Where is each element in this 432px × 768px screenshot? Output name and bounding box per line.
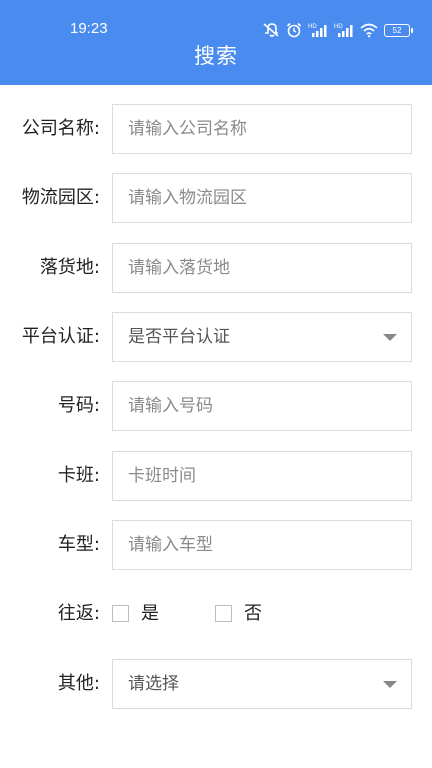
- vehicle-placeholder: 请输入车型: [128, 535, 213, 555]
- company-label: 公司名称:: [21, 118, 100, 139]
- roundtrip-yes-checkbox[interactable]: [112, 605, 129, 622]
- other-label: 其他:: [57, 673, 100, 694]
- app-bar: 19:23 HD HD 52 搜索: [0, 0, 432, 85]
- destination-label: 落货地:: [39, 257, 100, 278]
- number-input[interactable]: 请输入号码: [112, 381, 412, 431]
- roundtrip-no-label[interactable]: 否: [244, 589, 262, 639]
- roundtrip-row: 往返: 是 否: [0, 589, 432, 639]
- dropdown-arrow-icon: [383, 681, 397, 688]
- destination-row: 落货地: 请输入落货地: [0, 243, 432, 293]
- alarm-icon: [286, 22, 302, 38]
- battery-indicator: 52: [384, 23, 413, 37]
- other-row: 其他: 请选择: [0, 659, 432, 709]
- certified-row: 平台认证: 是否平台认证: [0, 312, 432, 362]
- other-select[interactable]: 请选择: [112, 659, 412, 709]
- park-placeholder: 请输入物流园区: [128, 188, 247, 208]
- certified-value: 是否平台认证: [128, 327, 230, 347]
- svg-text:HD: HD: [308, 24, 317, 30]
- dropdown-arrow-icon: [383, 334, 397, 341]
- number-placeholder: 请输入号码: [128, 396, 213, 416]
- status-icons: HD HD 52: [262, 20, 413, 40]
- roundtrip-no-checkbox[interactable]: [215, 605, 232, 622]
- signal-hd-icon: HD: [334, 22, 354, 38]
- wifi-icon: [360, 22, 378, 38]
- mute-icon: [262, 22, 280, 38]
- company-input[interactable]: 请输入公司名称: [112, 104, 412, 154]
- page-title: 搜索: [194, 44, 238, 68]
- svg-text:HD: HD: [334, 24, 343, 30]
- company-placeholder: 请输入公司名称: [128, 119, 247, 139]
- roundtrip-label: 往返:: [57, 603, 100, 624]
- destination-input[interactable]: 请输入落货地: [112, 243, 412, 293]
- certified-select[interactable]: 是否平台认证: [112, 312, 412, 362]
- park-input[interactable]: 请输入物流园区: [112, 173, 412, 223]
- company-row: 公司名称: 请输入公司名称: [0, 104, 432, 154]
- roundtrip-yes-label[interactable]: 是: [141, 589, 159, 639]
- shift-time-input[interactable]: 卡班时间: [112, 451, 412, 501]
- status-time: 19:23: [70, 20, 108, 37]
- vehicle-label: 车型:: [57, 534, 100, 555]
- shift-label: 卡班:: [57, 465, 100, 486]
- vehicle-row: 车型: 请输入车型: [0, 520, 432, 570]
- number-label: 号码:: [57, 395, 100, 416]
- destination-placeholder: 请输入落货地: [128, 258, 230, 278]
- signal-hd-icon: HD: [308, 22, 328, 38]
- certified-label: 平台认证:: [21, 326, 100, 347]
- shift-placeholder: 卡班时间: [128, 466, 196, 486]
- park-label: 物流园区:: [21, 187, 100, 208]
- shift-row: 卡班: 卡班时间: [0, 451, 432, 501]
- park-row: 物流园区: 请输入物流园区: [0, 173, 432, 223]
- number-row: 号码: 请输入号码: [0, 381, 432, 431]
- vehicle-input[interactable]: 请输入车型: [112, 520, 412, 570]
- other-value: 请选择: [128, 674, 179, 694]
